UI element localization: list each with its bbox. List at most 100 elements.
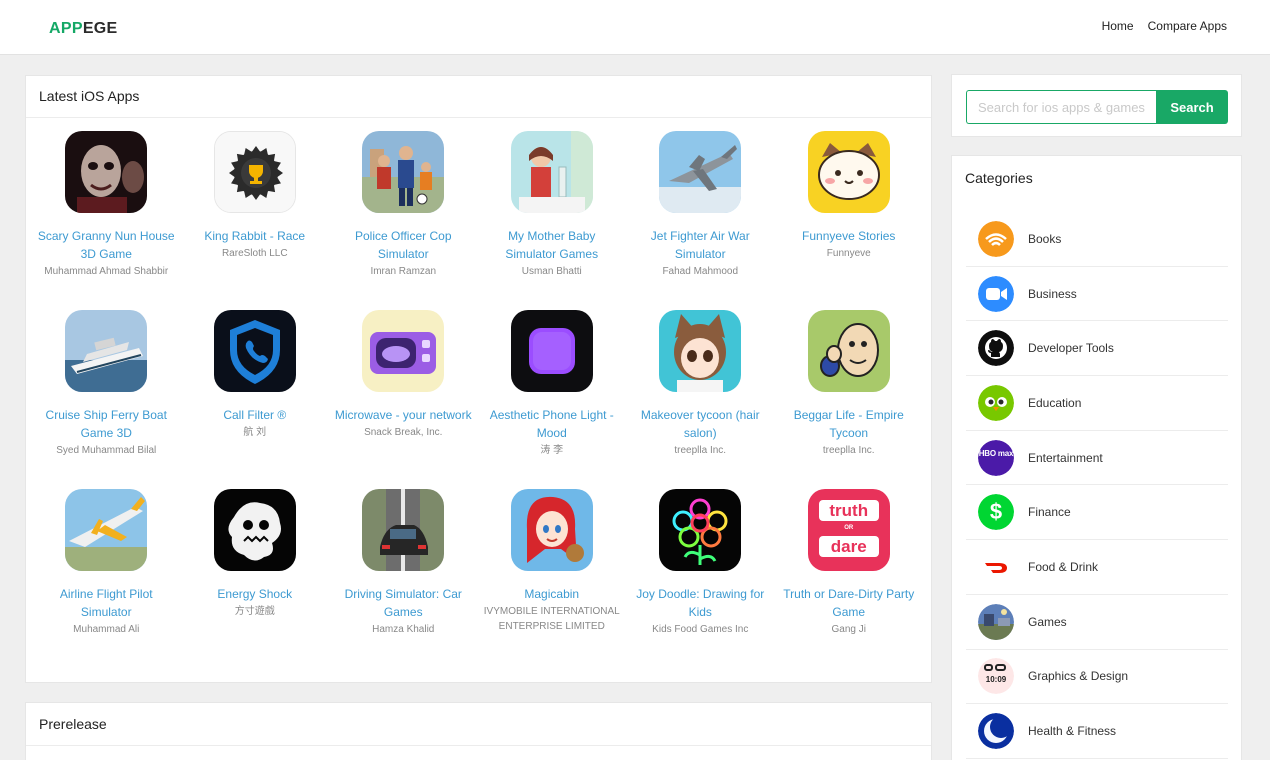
app-name-link[interactable]: Microwave - your network <box>329 406 478 424</box>
search-input[interactable] <box>966 90 1157 124</box>
category-item[interactable]: Developer Tools <box>966 321 1228 377</box>
nav-home-link[interactable]: Home <box>1102 19 1134 33</box>
app-name-link[interactable]: Driving Simulator: Car Games <box>329 585 478 621</box>
app-name-link[interactable]: Police Officer Cop Simulator <box>329 227 478 263</box>
app-card[interactable]: Energy Shock 方寸遊戲 <box>181 489 330 668</box>
app-name-link[interactable]: King Rabbit - Race <box>181 227 330 245</box>
app-card[interactable]: Magicabin IVYMOBILE INTERNATIONAL ENTERPR… <box>478 489 627 668</box>
app-card[interactable]: King Rabbit - Race RareSloth LLC <box>181 131 330 310</box>
category-label: Education <box>1028 395 1082 410</box>
audible-icon <box>978 220 1014 257</box>
search-button[interactable]: Search <box>1156 90 1228 124</box>
category-list: Books Business Developer Tools Education HBO… <box>966 212 1228 759</box>
app-card[interactable]: Driving Simulator: Car Games Hamza Khalid <box>329 489 478 668</box>
category-item[interactable]: Health & Fitness <box>966 704 1228 759</box>
category-item[interactable]: 10:09 Graphics & Design <box>966 650 1228 705</box>
app-card[interactable]: Joy Doodle: Drawing for Kids Kids Food Ga… <box>626 489 775 668</box>
shield-phone-icon[interactable] <box>213 310 296 392</box>
moon-icon <box>978 713 1014 750</box>
app-name-link[interactable]: Funnyeve Stories <box>775 227 924 245</box>
app-name-link[interactable]: Cruise Ship Ferry Boat Game 3D <box>32 406 181 442</box>
shock-icon[interactable] <box>213 489 296 571</box>
airplane-icon[interactable] <box>65 489 148 571</box>
purple-square-icon[interactable] <box>510 310 593 392</box>
app-developer: Muhammad Ali <box>73 624 140 635</box>
ship-icon[interactable] <box>65 310 148 392</box>
dollar-label: $ <box>978 494 1014 531</box>
mother-icon[interactable] <box>510 131 593 213</box>
app-developer: Kids Food Games Inc <box>652 624 749 635</box>
categories-title: Categories <box>965 170 1033 186</box>
app-developer: Hamza Khalid <box>372 624 435 635</box>
category-item[interactable]: Education <box>966 376 1228 431</box>
hbo-max-label: HBO max <box>978 439 1014 476</box>
police-family-icon[interactable] <box>362 131 445 213</box>
site-logo[interactable]: APPEGE <box>49 20 118 38</box>
app-name-link[interactable]: Joy Doodle: Drawing for Kids <box>626 585 775 621</box>
app-developer: 航 刘 <box>243 427 267 438</box>
app-card[interactable]: Microwave - your network Snack Break, Inc… <box>329 310 478 489</box>
cash-dollar-icon: $ <box>978 494 1014 531</box>
hbo-max-icon: HBO max <box>978 439 1014 476</box>
doordash-icon <box>978 548 1014 585</box>
app-card[interactable]: Makeover tycoon (hair salon) treeplla Inc… <box>626 310 775 489</box>
truth-label: truth <box>818 500 879 521</box>
jet-icon[interactable] <box>659 131 742 213</box>
category-item[interactable]: HBO max Entertainment <box>966 431 1228 486</box>
search-panel: Search <box>951 74 1242 137</box>
category-item[interactable]: Games <box>966 595 1228 650</box>
app-card[interactable]: Jet Fighter Air War Simulator Fahad Mahmo… <box>626 131 775 310</box>
app-name-link[interactable]: Jet Fighter Air War Simulator <box>626 227 775 263</box>
category-label: Health & Fitness <box>1028 724 1117 739</box>
redhead-girl-icon[interactable] <box>510 489 593 571</box>
cat-face-icon[interactable] <box>807 131 890 213</box>
logo-text-ege: EGE <box>82 20 118 37</box>
app-card[interactable]: My Mother Baby Simulator Games Usman Bhat… <box>478 131 627 310</box>
app-card[interactable]: Cruise Ship Ferry Boat Game 3D Syed Muham… <box>32 310 181 489</box>
app-name-link[interactable]: Scary Granny Nun House 3D Game <box>32 227 181 263</box>
panel-divider <box>26 745 931 746</box>
prerelease-panel: Prerelease <box>25 702 932 760</box>
app-name-link[interactable]: Makeover tycoon (hair salon) <box>626 406 775 442</box>
category-item[interactable]: Business <box>966 267 1228 322</box>
app-card[interactable]: Call Filter ® 航 刘 <box>181 310 330 489</box>
app-card[interactable]: Police Officer Cop Simulator Imran Ramzan <box>329 131 478 310</box>
nav-compare-apps-link[interactable]: Compare Apps <box>1148 19 1227 33</box>
app-card[interactable]: Beggar Life - Empire Tycoon treeplla Inc. <box>775 310 924 489</box>
category-item[interactable]: Books <box>966 212 1228 267</box>
app-name-link[interactable]: Aesthetic Phone Light - Mood <box>478 406 627 442</box>
app-developer: Gang Ji <box>831 624 866 635</box>
category-item[interactable]: $ Finance <box>966 485 1228 541</box>
app-developer: IVYMOBILE INTERNATIONAL ENTERPRISE LIMIT… <box>483 606 620 632</box>
granny-icon[interactable] <box>65 131 148 213</box>
category-item[interactable]: Food & Drink <box>966 540 1228 595</box>
microwave-icon[interactable] <box>362 310 445 392</box>
cat-girl-icon[interactable] <box>659 310 742 392</box>
app-card[interactable]: Scary Granny Nun House 3D Game Muhammad A… <box>32 131 181 310</box>
app-developer: treeplla Inc. <box>674 445 727 456</box>
neon-flower-icon[interactable] <box>659 489 742 571</box>
app-name-link[interactable]: Magicabin <box>478 585 627 603</box>
app-name-link[interactable]: My Mother Baby Simulator Games <box>478 227 627 263</box>
main-nav: Home Compare Apps <box>1102 19 1227 33</box>
app-card[interactable]: Funnyeve Stories Funnyeve <box>775 131 924 310</box>
zoom-camera-icon <box>978 275 1014 312</box>
beggar-icon[interactable] <box>807 310 890 392</box>
app-name-link[interactable]: Truth or Dare-Dirty Party Game <box>775 585 924 621</box>
category-label: Entertainment <box>1028 450 1103 465</box>
app-card[interactable]: Aesthetic Phone Light - Mood 涛 李 <box>478 310 627 489</box>
categories-panel: Categories Books Business Developer Tools E… <box>951 155 1242 760</box>
saw-trophy-icon[interactable] <box>213 131 296 213</box>
car-icon[interactable] <box>362 489 445 571</box>
app-card[interactable]: truth OR dare Truth or Dare-Dirty Party Gam… <box>775 489 924 668</box>
prerelease-title: Prerelease <box>39 716 107 732</box>
app-name-link[interactable]: Call Filter ® <box>181 406 330 424</box>
app-card[interactable]: Airline Flight Pilot Simulator Muhammad A… <box>32 489 181 668</box>
app-grid: Scary Granny Nun House 3D Game Muhammad A… <box>32 131 923 668</box>
duolingo-owl-icon <box>978 384 1014 421</box>
app-name-link[interactable]: Energy Shock <box>181 585 330 603</box>
truth-dare-icon[interactable]: truth OR dare <box>807 489 890 571</box>
app-name-link[interactable]: Airline Flight Pilot Simulator <box>32 585 181 621</box>
app-name-link[interactable]: Beggar Life - Empire Tycoon <box>775 406 924 442</box>
latest-apps-title: Latest iOS Apps <box>39 88 140 104</box>
